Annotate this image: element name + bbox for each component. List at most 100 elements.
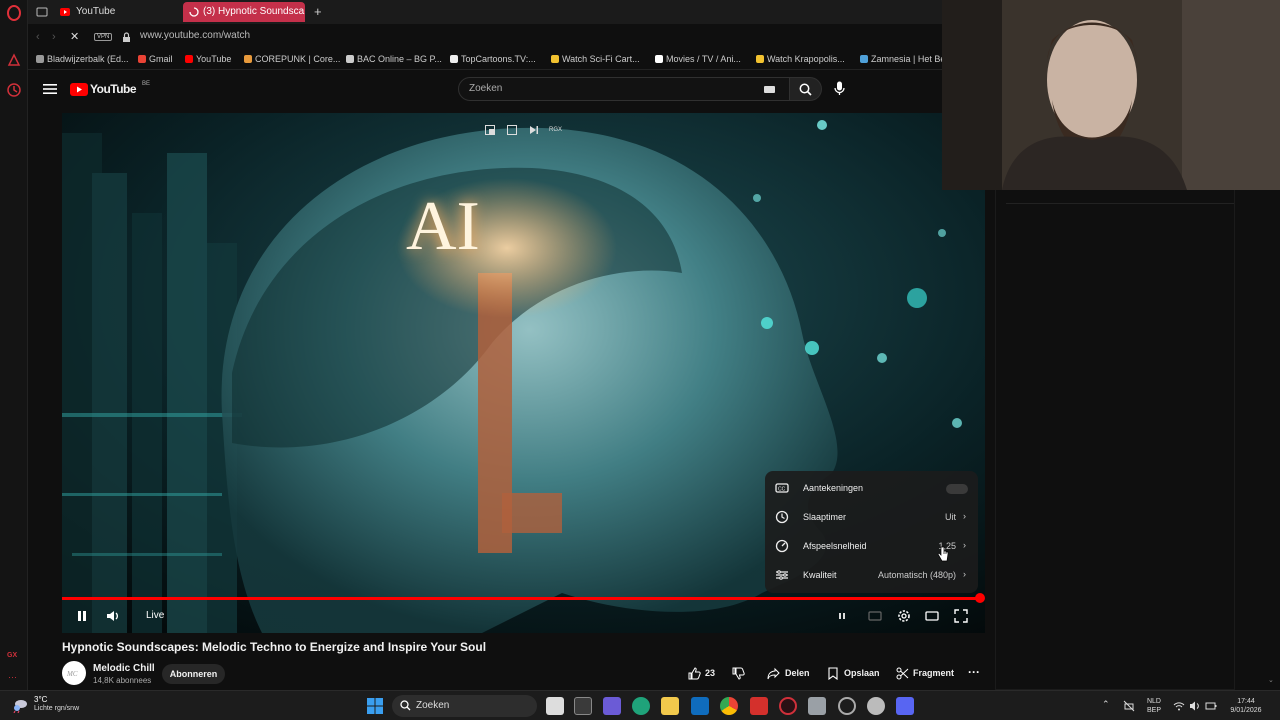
edge-icon[interactable] <box>632 697 650 715</box>
thumbs-down-icon[interactable] <box>732 667 745 680</box>
bookmark-label: Bladwijzerbalk (Ed... <box>47 54 129 64</box>
region-code: BE <box>142 81 151 87</box>
outlook-icon[interactable] <box>691 697 709 715</box>
channel-name[interactable]: Melodic Chill <box>93 663 155 674</box>
calculator-icon[interactable] <box>808 697 826 715</box>
hamburger-menu-icon[interactable] <box>43 83 57 95</box>
language-code: NLD <box>1146 698 1161 705</box>
player-controls: Live <box>62 600 985 633</box>
network-off-icon[interactable] <box>1123 700 1135 712</box>
bookmark-movies-tv[interactable]: Movies / TV / Ani... <box>655 54 741 64</box>
vpn-badge[interactable]: VPN <box>94 33 113 41</box>
language-indicator[interactable]: NLD BEP <box>1144 697 1164 715</box>
chrome-icon[interactable] <box>720 697 738 715</box>
search-input[interactable]: Zoeken <box>458 77 790 101</box>
bookmarks-bar: Bladwijzerbalk (Ed... Gmail YouTube CORE… <box>28 50 945 70</box>
weather-temp: 3°C <box>34 695 48 704</box>
bookmark-watch-scifi[interactable]: Watch Sci-Fi Cart... <box>551 54 640 64</box>
lock-icon[interactable] <box>122 32 131 43</box>
skip-icon[interactable] <box>529 125 539 135</box>
search-icon <box>400 700 411 711</box>
menu-label: Kwaliteit <box>803 570 837 580</box>
bookmark-krapopolis[interactable]: Watch Krapopolis... <box>756 54 845 64</box>
youtube-logo-icon <box>70 83 88 96</box>
bookmark-topcartoons[interactable]: TopCartoons.TV:... <box>450 54 536 64</box>
settings-menu: CC Aantekeningen Slaaptimer Uit › Afspee… <box>765 471 978 593</box>
microphone-icon[interactable] <box>834 81 845 96</box>
stop-icon[interactable]: ✕ <box>70 30 79 43</box>
bookmark-icon <box>828 667 838 680</box>
task-view-icon[interactable] <box>546 697 564 715</box>
hand-cursor-icon <box>937 546 949 562</box>
bookmark-label: Watch Sci-Fi Cart... <box>562 54 640 64</box>
bookmark-gmail[interactable]: Gmail <box>138 54 173 64</box>
pause-icon[interactable] <box>74 608 90 624</box>
channel-avatar[interactable]: MC <box>62 661 86 685</box>
fullscreen-icon[interactable] <box>953 608 969 624</box>
keyboard-icon[interactable] <box>764 86 775 93</box>
autoplay-toggle-icon[interactable] <box>834 608 850 624</box>
speaker-icon[interactable] <box>1189 700 1201 712</box>
search-button[interactable] <box>790 77 822 101</box>
teams-icon[interactable] <box>603 697 621 715</box>
bookmark-bac-online[interactable]: BAC Online – BG P... <box>346 54 442 64</box>
url-text[interactable]: www.youtube.com/watch <box>140 30 250 41</box>
back-icon[interactable]: ‹ <box>36 31 40 43</box>
search-placeholder: Zoeken <box>469 83 503 94</box>
bookmark-zamnesia[interactable]: Zamnesia | Het Be <box>860 54 945 64</box>
tab-youtube[interactable]: YouTube <box>56 2 176 22</box>
bookmark-corepunk[interactable]: COREPUNK | Core... <box>244 54 340 64</box>
taskbar-search-input[interactable]: Zoeken <box>392 695 537 717</box>
theater-mode-icon[interactable] <box>924 608 940 624</box>
tab-hypnotic-soundscapes[interactable]: (3) Hypnotic Soundsca <box>183 2 305 22</box>
menu-item-annotations[interactable]: CC Aantekeningen <box>765 474 978 503</box>
steam-icon[interactable] <box>838 697 856 715</box>
more-icon[interactable]: ··· <box>8 672 17 682</box>
topcartoons-icon <box>450 55 458 63</box>
battery-icon[interactable] <box>1205 700 1217 712</box>
new-tab-button[interactable]: + <box>314 4 322 19</box>
sponsored-bar <box>1006 190 1234 204</box>
chevron-up-icon[interactable]: ⌃ <box>1102 699 1110 710</box>
file-explorer-icon[interactable] <box>661 697 679 715</box>
windows-start-icon[interactable] <box>366 697 384 715</box>
bac-icon <box>346 55 354 63</box>
miniplayer-icon[interactable] <box>485 125 495 135</box>
share-label: Delen <box>785 668 810 678</box>
menu-item-quality[interactable]: Kwaliteit Automatisch (480p) › <box>765 561 978 590</box>
tab-menu-icon[interactable] <box>36 6 48 18</box>
settings-gear-icon[interactable] <box>896 608 912 624</box>
scissors-icon <box>896 667 909 680</box>
gx-control-icon[interactable] <box>6 52 22 68</box>
scroll-down-icon[interactable]: ⌄ <box>1268 676 1274 684</box>
forward-icon[interactable]: › <box>52 31 56 43</box>
menu-label: Aantekeningen <box>803 483 864 493</box>
settings-icon[interactable] <box>867 697 885 715</box>
page-scrollbar[interactable]: ⌄ <box>1268 190 1276 690</box>
clock[interactable]: 17:44 9/01/2026 <box>1224 697 1268 715</box>
history-icon[interactable] <box>6 82 22 98</box>
volume-icon[interactable] <box>105 608 121 624</box>
channel-logo-icon: MC <box>66 670 78 678</box>
pip-icon[interactable] <box>507 125 517 135</box>
subscribe-button[interactable]: Abonneren <box>162 664 225 684</box>
bookmark-youtube[interactable]: YouTube <box>185 54 231 64</box>
annotations-toggle[interactable] <box>946 484 968 494</box>
wifi-icon[interactable] <box>1173 700 1185 712</box>
discord-icon[interactable] <box>896 697 914 715</box>
menu-label: Slaaptimer <box>803 512 847 522</box>
weather-widget[interactable]: 3°C Lichte rgn/snw <box>12 695 92 717</box>
opera-gx-icon[interactable] <box>779 697 797 715</box>
gx-label[interactable]: GX <box>7 652 17 659</box>
bookmark-bladwijzerbalk[interactable]: Bladwijzerbalk (Ed... <box>36 54 129 64</box>
opera-logo-icon[interactable] <box>6 5 22 21</box>
menu-item-sleep-timer[interactable]: Slaaptimer Uit › <box>765 503 978 532</box>
menu-label: Afspeelsnelheid <box>803 541 867 551</box>
more-actions-icon[interactable]: ··· <box>968 665 980 679</box>
playback-speed-icon <box>775 539 789 553</box>
youtube-app-icon[interactable] <box>750 697 768 715</box>
store-icon[interactable] <box>574 697 592 715</box>
youtube-logo[interactable]: YouTube BE <box>70 81 150 99</box>
subtitles-icon[interactable] <box>867 608 883 624</box>
live-label[interactable]: Live <box>146 610 164 621</box>
